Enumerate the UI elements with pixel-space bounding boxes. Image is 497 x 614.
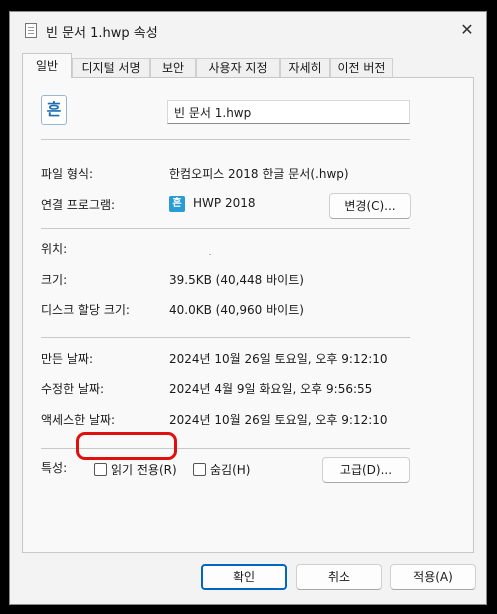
location-dot [209,254,211,255]
hwp-file-icon: 흔 [41,95,67,125]
tab-details[interactable]: 자세히 [280,58,330,77]
accessed-label: 액세스한 날짜: [41,413,116,427]
advanced-button[interactable]: 고급(D)... [322,457,410,483]
hidden-label: 숨김(H) [210,463,251,477]
tab-previous-versions[interactable]: 이전 버전 [330,58,393,77]
created-value: 2024년 10월 26일 토요일, 오후 9:12:10 [169,352,388,366]
change-button[interactable]: 변경(C)... [329,193,411,219]
separator [41,139,410,140]
created-label: 만든 날짜: [41,352,94,366]
cancel-button[interactable]: 취소 [296,564,382,590]
tab-custom[interactable]: 사용자 지정 [196,58,280,77]
checkbox-box[interactable] [193,463,206,476]
file-type-value: 한컴오피스 2018 한글 문서(.hwp) [169,167,349,181]
apply-button[interactable]: 적용(A) [390,564,476,590]
tab-security[interactable]: 보안 [150,58,196,77]
size-label: 크기: [41,273,68,287]
location-label: 위치: [41,242,68,256]
checkbox-box[interactable] [94,463,107,476]
disk-size-label: 디스크 할당 크기: [41,303,130,317]
general-panel: 흔 파일 형식: 한컴오피스 2018 한글 문서(.hwp) 연결 프로그램:… [22,77,474,553]
tab-general[interactable]: 일반 [22,53,72,78]
size-value: 39.5KB (40,448 바이트) [169,273,304,287]
disk-size-value: 40.0KB (40,960 바이트) [169,303,304,317]
readonly-checkbox[interactable]: 읽기 전용(R) [94,461,177,478]
readonly-highlight-annotation [76,432,177,460]
opens-with-value: HWP 2018 [193,196,256,210]
title-bar[interactable]: 빈 문서 1.hwp 속성 ✕ [10,12,486,48]
hidden-checkbox[interactable]: 숨김(H) [193,461,250,478]
opens-with-label: 연결 프로그램: [41,198,116,212]
file-name-input[interactable] [167,100,410,124]
document-icon [25,23,37,38]
separator [41,337,410,338]
file-type-label: 파일 형식: [41,167,94,181]
readonly-label: 읽기 전용(R) [111,463,177,477]
accessed-value: 2024년 10월 26일 토요일, 오후 9:12:10 [169,413,388,427]
ok-button[interactable]: 확인 [201,564,287,590]
modified-label: 수정한 날짜: [41,382,105,396]
attributes-label: 특성: [41,461,68,475]
separator [41,228,410,229]
hwp-app-icon: 흔 [169,196,185,212]
modified-value: 2024년 4월 9일 화요일, 오후 9:56:55 [169,382,373,396]
properties-dialog: 빈 문서 1.hwp 속성 ✕ 일반 디지털 서명 보안 사용자 지정 자세히 … [9,11,487,605]
close-button[interactable]: ✕ [452,16,482,44]
tab-digital-signature[interactable]: 디지털 서명 [72,58,150,77]
window-title: 빈 문서 1.hwp 속성 [46,26,158,41]
